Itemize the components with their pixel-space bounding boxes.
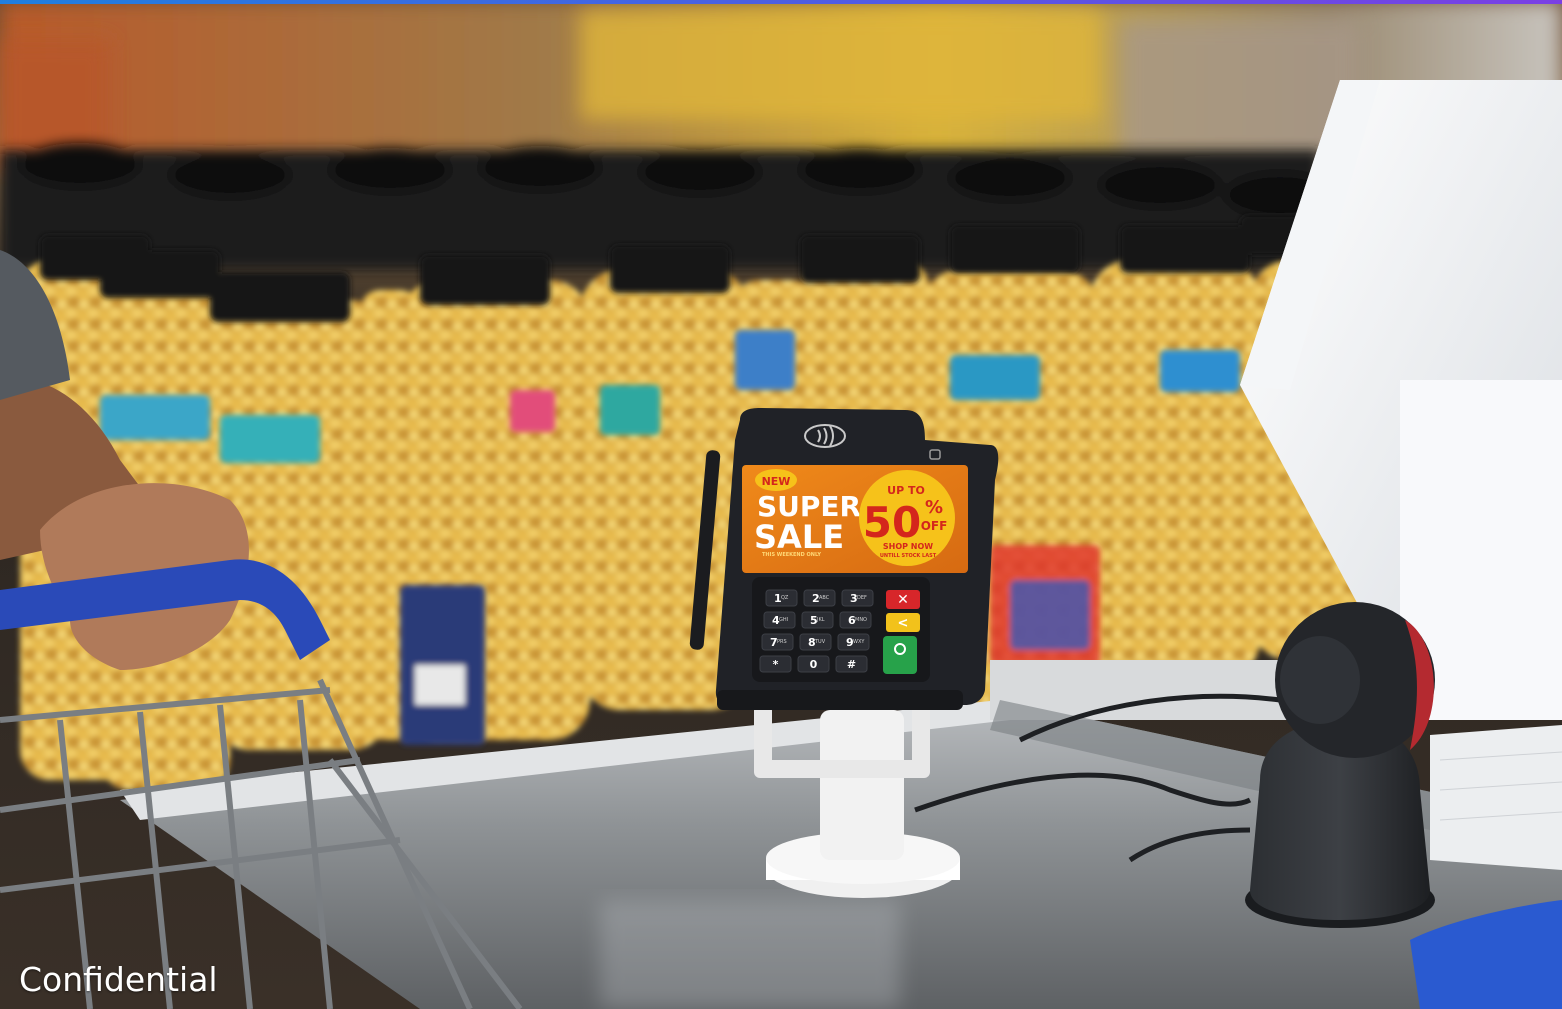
screen-until-stock: UNTILL STOCK LAST [880,553,937,559]
confidential-label: Confidential [19,960,218,999]
photo-illustration: NEW SUPER SALE THIS WEEKEND ONLY UP TO 5… [0,0,1562,1009]
keypad-key-sublabel: GHI [779,617,788,623]
keypad-key-label: 0 [810,658,818,671]
keypad-key-sublabel: PRS [777,639,787,645]
top-accent-bar [0,0,1562,4]
cancel-key-glyph: ✕ [897,592,909,608]
keypad-key-sublabel: DEF [857,595,867,601]
screen-off: OFF [921,519,948,533]
keypad-key-label: * [773,658,779,671]
screen-percent-value: 50 [863,498,921,547]
screen-shop-now: SHOP NOW [883,542,933,551]
photo-scene: NEW SUPER SALE THIS WEEKEND ONLY UP TO 5… [0,0,1562,1009]
screen-up-to: UP TO [887,484,925,497]
keypad-key-sublabel: WXY [853,639,865,645]
screen-fine-print: THIS WEEKEND ONLY [762,552,821,558]
clear-key-glyph: < [898,616,909,631]
keypad-key-sublabel: JKL [816,617,825,623]
keypad-key-sublabel: QZ [781,595,789,601]
keypad-key-label: # [847,658,856,671]
keypad-key-sublabel: MNO [855,617,867,623]
keypad-key-sublabel: TUV [814,639,826,645]
screen-badge: NEW [762,475,791,488]
screen-percent-sign: % [925,497,943,518]
keypad-key-sublabel: ABC [819,595,830,601]
screen-headline-2: SALE [754,518,844,556]
